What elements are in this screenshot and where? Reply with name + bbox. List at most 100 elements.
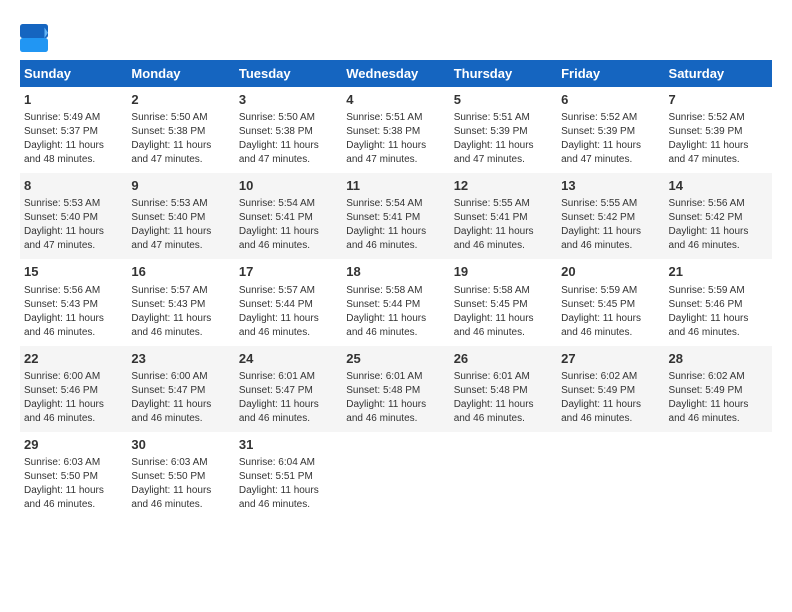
day-number: 20: [561, 263, 660, 281]
day-info-line: and 47 minutes.: [24, 239, 123, 253]
calendar-cell: 9Sunrise: 5:53 AMSunset: 5:40 PMDaylight…: [127, 173, 234, 259]
week-row-1: 1 Sunrise: 5:49 AMSunset: 5:37 PM Daylight…: [20, 87, 772, 173]
day-number: 4: [346, 91, 445, 109]
day-info-line: Sunset: 5:48 PM: [454, 384, 553, 398]
calendar-cell: 20Sunrise: 5:59 AMSunset: 5:45 PMDayligh…: [557, 259, 664, 345]
day-info-line: Daylight: 11 hours: [131, 398, 230, 412]
calendar-cell: 2Sunrise: 5:50 AMSunset: 5:38 PMDaylight…: [127, 87, 234, 173]
day-number: 31: [239, 436, 338, 454]
day-info-line: and 47 minutes.: [346, 153, 445, 167]
day-info-line: Sunset: 5:47 PM: [131, 384, 230, 398]
calendar-cell: 15Sunrise: 5:56 AMSunset: 5:43 PMDayligh…: [20, 259, 127, 345]
calendar-cell: 18Sunrise: 5:58 AMSunset: 5:44 PMDayligh…: [342, 259, 449, 345]
day-info-line: Sunrise: 5:49 AM: [24, 111, 123, 125]
day-info-line: and 46 minutes.: [131, 498, 230, 512]
calendar-header: SundayMondayTuesdayWednesdayThursdayFrid…: [20, 60, 772, 87]
day-info-line: Sunset: 5:44 PM: [346, 298, 445, 312]
calendar-cell: 10Sunrise: 5:54 AMSunset: 5:41 PMDayligh…: [235, 173, 342, 259]
day-info-line: and 47 minutes.: [239, 153, 338, 167]
day-info-line: Sunset: 5:40 PM: [131, 211, 230, 225]
day-info-line: Sunset: 5:50 PM: [131, 470, 230, 484]
day-info-line: and 46 minutes.: [239, 239, 338, 253]
calendar-cell: 19Sunrise: 5:58 AMSunset: 5:45 PMDayligh…: [450, 259, 557, 345]
day-info-line: Sunrise: 6:01 AM: [454, 370, 553, 384]
day-info-line: Sunrise: 5:52 AM: [669, 111, 768, 125]
day-info-line: Sunrise: 5:54 AM: [239, 197, 338, 211]
calendar-cell: 8Sunrise: 5:53 AMSunset: 5:40 PMDaylight…: [20, 173, 127, 259]
day-info-line: Sunrise: 6:00 AM: [24, 370, 123, 384]
calendar-cell: [450, 432, 557, 518]
calendar-table: SundayMondayTuesdayWednesdayThursdayFrid…: [20, 60, 772, 518]
calendar-cell: 26Sunrise: 6:01 AMSunset: 5:48 PMDayligh…: [450, 346, 557, 432]
day-info-line: Sunset: 5:42 PM: [561, 211, 660, 225]
day-info-line: Daylight: 11 hours: [239, 398, 338, 412]
day-info-line: and 46 minutes.: [239, 498, 338, 512]
calendar-cell: 24Sunrise: 6:01 AMSunset: 5:47 PMDayligh…: [235, 346, 342, 432]
day-info-line: and 46 minutes.: [669, 326, 768, 340]
day-info-line: Sunset: 5:37 PM: [24, 125, 123, 139]
day-info-line: and 46 minutes.: [346, 326, 445, 340]
day-info-line: Sunrise: 5:55 AM: [561, 197, 660, 211]
header-day-thursday: Thursday: [450, 60, 557, 87]
day-info-line: Sunset: 5:48 PM: [346, 384, 445, 398]
day-number: 13: [561, 177, 660, 195]
day-info-line: Sunset: 5:38 PM: [346, 125, 445, 139]
calendar-cell: 6Sunrise: 5:52 AMSunset: 5:39 PMDaylight…: [557, 87, 664, 173]
day-info-line: Sunset: 5:49 PM: [669, 384, 768, 398]
day-number: 7: [669, 91, 768, 109]
day-info-line: Sunrise: 5:59 AM: [561, 284, 660, 298]
day-info-line: Sunset: 5:47 PM: [239, 384, 338, 398]
day-info-line: and 46 minutes.: [24, 326, 123, 340]
day-number: 16: [131, 263, 230, 281]
day-info-line: Daylight: 11 hours: [454, 398, 553, 412]
day-number: 6: [561, 91, 660, 109]
day-info-line: Sunrise: 5:53 AM: [24, 197, 123, 211]
day-info-line: and 46 minutes.: [346, 412, 445, 426]
day-info-line: Sunrise: 5:55 AM: [454, 197, 553, 211]
day-number: 23: [131, 350, 230, 368]
day-number: 14: [669, 177, 768, 195]
day-info-line: Daylight: 11 hours: [131, 225, 230, 239]
day-info-line: Sunset: 5:41 PM: [239, 211, 338, 225]
day-info-line: and 47 minutes.: [669, 153, 768, 167]
day-info-line: Sunrise: 6:04 AM: [239, 456, 338, 470]
day-info-line: Sunrise: 6:02 AM: [669, 370, 768, 384]
day-info-line: Sunrise: 5:58 AM: [454, 284, 553, 298]
week-row-2: 8Sunrise: 5:53 AMSunset: 5:40 PMDaylight…: [20, 173, 772, 259]
day-info-line: Sunrise: 5:51 AM: [454, 111, 553, 125]
day-info-line: and 46 minutes.: [239, 412, 338, 426]
header-day-tuesday: Tuesday: [235, 60, 342, 87]
calendar-cell: 4Sunrise: 5:51 AMSunset: 5:38 PMDaylight…: [342, 87, 449, 173]
day-info-line: Sunset: 5:46 PM: [24, 384, 123, 398]
day-info-line: and 47 minutes.: [131, 239, 230, 253]
day-number: 24: [239, 350, 338, 368]
calendar-cell: 22Sunrise: 6:00 AMSunset: 5:46 PMDayligh…: [20, 346, 127, 432]
day-number: 28: [669, 350, 768, 368]
header-day-wednesday: Wednesday: [342, 60, 449, 87]
day-info-line: Daylight: 11 hours: [454, 225, 553, 239]
day-info-line: Daylight: 11 hours: [24, 398, 123, 412]
day-info-line: Sunrise: 5:50 AM: [239, 111, 338, 125]
day-number: 11: [346, 177, 445, 195]
day-info-line: Daylight: 11 hours: [346, 139, 445, 153]
week-row-3: 15Sunrise: 5:56 AMSunset: 5:43 PMDayligh…: [20, 259, 772, 345]
day-info-line: Daylight: 11 hours: [346, 312, 445, 326]
day-info-line: Sunrise: 6:00 AM: [131, 370, 230, 384]
day-info-line: Sunrise: 5:56 AM: [24, 284, 123, 298]
calendar-cell: 11Sunrise: 5:54 AMSunset: 5:41 PMDayligh…: [342, 173, 449, 259]
calendar-cell: 1Sunrise: 5:49 AMSunset: 5:37 PMDaylight…: [20, 87, 127, 173]
day-info-line: Sunset: 5:43 PM: [24, 298, 123, 312]
day-number: 25: [346, 350, 445, 368]
day-info-line: Daylight: 11 hours: [561, 139, 660, 153]
day-info-line: Daylight: 11 hours: [669, 398, 768, 412]
day-info-line: Daylight: 11 hours: [454, 139, 553, 153]
calendar-cell: 30Sunrise: 6:03 AMSunset: 5:50 PMDayligh…: [127, 432, 234, 518]
day-number: 1: [24, 91, 123, 109]
day-number: 12: [454, 177, 553, 195]
day-number: 17: [239, 263, 338, 281]
header-day-sunday: Sunday: [20, 60, 127, 87]
day-info-line: Daylight: 11 hours: [239, 139, 338, 153]
logo-icon: [20, 24, 48, 52]
day-info-line: Daylight: 11 hours: [24, 312, 123, 326]
day-number: 9: [131, 177, 230, 195]
